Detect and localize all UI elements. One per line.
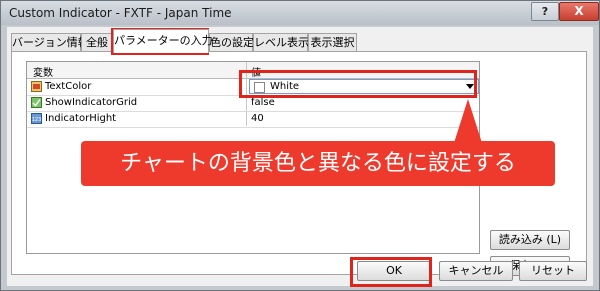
tab-general[interactable]: 全般 — [81, 33, 113, 52]
window-title: Custom Indicator - FXTF - Japan Time — [9, 6, 232, 20]
param-row-showindicatorgrid[interactable]: ShowIndicatorGrid false — [27, 95, 479, 112]
param-value: White — [270, 81, 300, 92]
tab-parameters[interactable]: パラメーターの入力 — [113, 29, 213, 53]
tab-levels[interactable]: レベル表示 — [253, 33, 309, 52]
color-icon — [31, 81, 42, 92]
help-button[interactable]: ? — [531, 2, 559, 21]
callout-pointer — [454, 99, 482, 143]
tab-visualization[interactable]: 表示選択 — [308, 33, 357, 52]
param-value[interactable]: false — [251, 97, 275, 108]
title-bar[interactable]: Custom Indicator - FXTF - Japan Time ? X — [1, 1, 599, 25]
load-button[interactable]: 読み込み (L) — [490, 230, 570, 250]
close-button[interactable]: X — [559, 2, 599, 21]
param-name: ShowIndicatorGrid — [45, 97, 138, 108]
bool-icon — [31, 97, 42, 108]
column-header-value: 値 — [251, 68, 261, 79]
column-header-variable: 変数 — [33, 68, 53, 79]
tab-version-info[interactable]: バージョン情報 — [11, 33, 89, 52]
param-name: IndicatorHight — [45, 113, 117, 124]
grid-header: 変数 値 — [27, 62, 479, 79]
param-value[interactable]: 40 — [251, 113, 264, 124]
dialog-window: Custom Indicator - FXTF - Japan Time ? X… — [0, 0, 600, 291]
cancel-button[interactable]: キャンセル — [439, 261, 513, 281]
textcolor-select[interactable]: White — [249, 79, 479, 94]
reset-button[interactable]: リセット — [519, 261, 587, 281]
svg-text:123: 123 — [32, 117, 42, 123]
tab-colors[interactable]: 色の設定 — [209, 33, 254, 52]
instruction-callout: チャートの背景色と異なる色に設定する — [81, 141, 555, 186]
param-row-textcolor[interactable]: TextColor White — [27, 79, 479, 96]
ok-button[interactable]: OK — [357, 261, 431, 281]
param-row-indicatorhight[interactable]: 123 IndicatorHight 40 — [27, 111, 479, 128]
chevron-down-icon[interactable] — [466, 84, 474, 89]
int-icon: 123 — [31, 113, 42, 124]
color-swatch — [254, 82, 265, 93]
param-name: TextColor — [45, 81, 92, 92]
